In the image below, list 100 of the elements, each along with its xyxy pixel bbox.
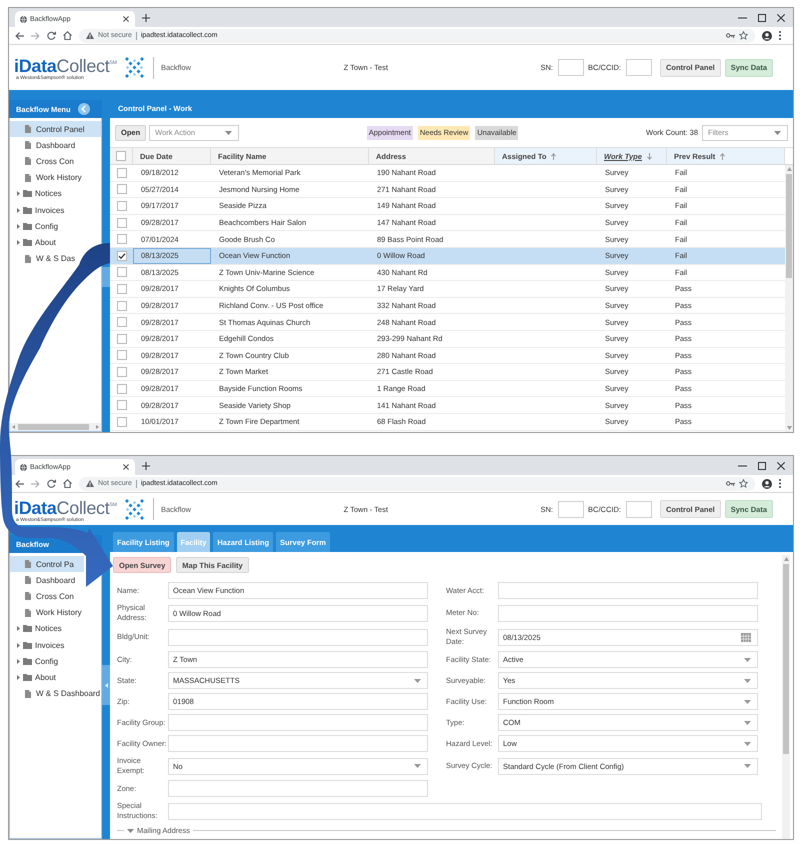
row-checkbox[interactable] [116, 366, 126, 377]
arrow-up-icon[interactable] [720, 152, 726, 160]
scroll-right-icon[interactable] [96, 425, 99, 429]
collapse-icon[interactable] [78, 103, 90, 115]
row-checkbox[interactable] [116, 416, 126, 427]
sidebar-item[interactable]: W & S Dashboard [10, 686, 104, 702]
splitter-handle[interactable] [102, 665, 110, 705]
new-tab-icon[interactable] [142, 14, 150, 22]
row-checkbox[interactable] [116, 350, 126, 360]
sidebar-item[interactable]: Dashboard [10, 137, 80, 154]
close-icon[interactable] [777, 462, 785, 470]
vertical-scrollbar[interactable] [782, 555, 790, 839]
sidebar-item[interactable]: Work History [10, 170, 86, 186]
text-field[interactable] [498, 582, 758, 599]
close-icon[interactable] [777, 14, 785, 22]
scroll-up-icon[interactable] [786, 167, 792, 171]
back-icon[interactable] [15, 32, 24, 40]
close-tab-icon[interactable] [123, 464, 129, 470]
sidebar-item[interactable]: Invoices [10, 636, 68, 654]
sidebar-item[interactable]: Control Panel [10, 121, 101, 138]
home-icon[interactable] [63, 479, 72, 488]
sidebar-item[interactable]: About [10, 669, 60, 686]
row-checkbox[interactable] [116, 334, 126, 344]
key-icon[interactable] [726, 33, 735, 38]
forward-icon[interactable] [31, 480, 40, 488]
close-tab-icon[interactable] [123, 16, 129, 22]
new-tab-icon[interactable] [142, 462, 150, 470]
text-field[interactable] [168, 714, 428, 731]
expand-caret-icon[interactable] [17, 626, 20, 632]
row-checkbox[interactable] [116, 184, 126, 194]
row-checkbox[interactable] [116, 384, 126, 394]
sidebar-item[interactable]: Notices [10, 620, 66, 637]
star-icon[interactable] [739, 479, 748, 488]
sidebar-item[interactable]: Invoices [10, 202, 68, 218]
sidebar-item[interactable]: Control Pa [10, 556, 84, 572]
row-checkbox[interactable] [116, 317, 126, 328]
expand-caret-icon[interactable] [17, 642, 20, 648]
sidebar-item[interactable]: Dashboard [10, 572, 80, 588]
text-field[interactable] [498, 604, 758, 622]
expand-caret-icon[interactable] [17, 658, 20, 664]
scroll-down-icon[interactable] [786, 426, 792, 430]
sn-field[interactable] [558, 59, 584, 76]
document-icon [25, 608, 31, 617]
sidebar-item[interactable]: Cross Con [10, 153, 78, 170]
sidebar-item[interactable]: Cross Con [10, 588, 78, 605]
row-checkbox[interactable] [116, 200, 126, 211]
sidebar-item[interactable]: Work History [10, 604, 86, 621]
row-checkbox[interactable] [116, 250, 126, 261]
arrow-up-icon[interactable] [551, 152, 556, 160]
sidebar-item[interactable]: About [10, 234, 60, 250]
sidebar-item[interactable]: Config [10, 653, 62, 670]
star-icon[interactable] [739, 31, 748, 40]
expand-caret-icon[interactable] [17, 208, 20, 213]
scrollbar-thumb[interactable] [786, 174, 792, 278]
select-all-checkbox[interactable] [116, 151, 126, 161]
minimize-icon[interactable] [738, 16, 747, 18]
scroll-left-icon[interactable] [12, 425, 15, 429]
scrollbar-thumb[interactable] [18, 424, 89, 430]
forward-icon[interactable] [31, 32, 40, 40]
row-checkbox[interactable] [116, 234, 126, 244]
calendar-icon[interactable] [741, 632, 751, 642]
scrollbar-thumb[interactable] [783, 564, 789, 754]
minimize-icon[interactable] [738, 464, 747, 466]
row-checkbox[interactable] [116, 218, 126, 228]
row-checkbox[interactable] [116, 168, 126, 178]
sidebar-item[interactable]: W & S Das [10, 250, 80, 267]
expand-caret-icon[interactable] [17, 191, 20, 196]
text-field[interactable] [168, 802, 762, 820]
profile-icon[interactable] [762, 30, 772, 40]
maximize-icon[interactable] [758, 14, 766, 22]
splitter-handle[interactable] [102, 267, 110, 287]
caret-left-icon[interactable] [104, 682, 108, 688]
reload-icon[interactable] [47, 31, 56, 40]
key-icon[interactable] [726, 481, 735, 486]
home-icon[interactable] [63, 31, 72, 40]
back-icon[interactable] [15, 480, 24, 488]
bc-ccid-field[interactable] [626, 59, 652, 76]
expand-caret-icon[interactable] [17, 240, 20, 245]
reload-icon[interactable] [47, 479, 56, 488]
vertical-scrollbar[interactable] [785, 165, 793, 432]
expand-caret-icon[interactable] [17, 674, 20, 680]
bc-ccid-field[interactable] [626, 500, 652, 518]
horizontal-scrollbar[interactable] [10, 423, 101, 431]
arrow-down-icon[interactable] [646, 152, 652, 160]
maximize-icon[interactable] [758, 462, 766, 470]
text-field[interactable] [168, 628, 428, 646]
sidebar-item[interactable]: Config [10, 218, 62, 234]
expand-caret-icon[interactable] [17, 224, 20, 229]
sidebar-item[interactable]: Notices [10, 186, 66, 202]
text-field[interactable] [168, 735, 428, 752]
row-checkbox[interactable] [116, 400, 126, 410]
profile-icon[interactable] [762, 478, 772, 488]
collapse-caret-icon[interactable] [127, 828, 134, 832]
text-field[interactable] [168, 780, 428, 797]
sn-field[interactable] [558, 500, 584, 518]
scroll-up-icon[interactable] [784, 557, 788, 561]
row-checkbox[interactable] [116, 267, 126, 278]
caret-down-icon [774, 130, 781, 134]
row-checkbox[interactable] [116, 284, 126, 294]
row-checkbox[interactable] [116, 300, 126, 311]
